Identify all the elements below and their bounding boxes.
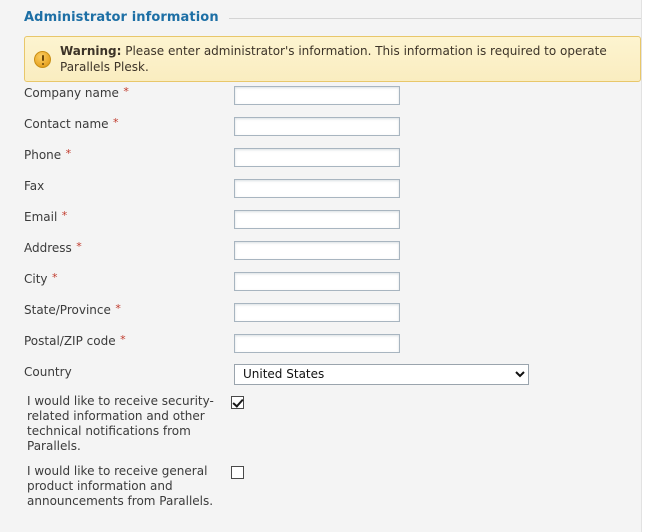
field-label-text: Phone [24,148,62,162]
label-security-notifications: I would like to receive security-related… [27,394,214,453]
form-row-contact-name: Contact name * [0,114,641,145]
city-input[interactable] [234,271,400,291]
field-cell-state-province [234,300,641,322]
company-name-input[interactable] [234,85,400,105]
warning-message: Warning: Please enter administrator's in… [60,43,630,75]
field-cell-phone [234,145,641,167]
field-label-text: Address [24,241,72,255]
security-notifications-checkbox[interactable] [231,396,244,409]
label-company-name: Company name * [0,83,234,101]
email-input[interactable] [234,209,400,229]
form-row-product-announcements: I would like to receive general product … [0,463,641,509]
required-asterisk: * [111,302,121,315]
field-label-text: Postal/ZIP code [24,334,116,348]
page-title: Administrator information [24,9,219,25]
field-label-text: Email [24,210,58,224]
form-row-security-notifications: I would like to receive security-related… [0,393,641,454]
warning-exclamation-icon [34,50,51,68]
form-row-state-province: State/Province * [0,300,641,331]
warning-banner: Warning: Please enter administrator's in… [24,36,641,82]
field-cell-city [234,269,641,291]
form-row-country: Country United States [0,362,641,393]
contact-name-input[interactable] [234,116,400,136]
product-announcements-checkbox[interactable] [231,466,244,479]
label-email: Email * [0,207,234,225]
label-state-province: State/Province * [0,300,234,318]
form-row-email: Email * [0,207,641,238]
label-phone: Phone * [0,145,234,163]
field-cell-company-name [234,83,641,105]
form-row-fax: Fax [0,176,641,207]
state-province-input[interactable] [234,302,400,322]
required-asterisk: * [116,333,126,346]
phone-input[interactable] [234,147,400,167]
field-label-text: State/Province [24,303,111,317]
required-asterisk: * [48,271,58,284]
panel-right-edge [641,0,654,532]
required-asterisk: * [109,116,119,129]
country-select[interactable]: United States [234,363,529,385]
required-asterisk: * [119,85,129,98]
admin-information-page: Administrator information Warning: Pleas… [0,0,654,532]
required-asterisk: * [62,147,72,160]
field-label-text: Fax [24,179,45,193]
label-product-announcements: I would like to receive general product … [27,464,214,508]
field-cell-security-notifications [231,393,641,413]
administrator-form: Company name * Contact name * Phone * Fax Em… [0,83,641,518]
field-label-text: City [24,272,48,286]
field-cell-address [234,238,641,260]
field-cell-product-announcements [231,463,641,483]
field-cell-postal-zip-code [234,331,641,353]
label-contact-name: Contact name * [0,114,234,132]
warning-body: Please enter administrator's information… [60,44,607,74]
field-cell-contact-name [234,114,641,136]
form-row-phone: Phone * [0,145,641,176]
field-cell-fax [234,176,641,198]
section-divider [228,18,641,19]
form-row-city: City * [0,269,641,300]
label-country: Country [0,362,234,380]
section-header: Administrator information [0,6,641,28]
fax-input[interactable] [234,178,400,198]
warning-label: Warning: [60,44,122,58]
field-label-text: Country [24,365,72,379]
label-city: City * [0,269,234,287]
form-row-company-name: Company name * [0,83,641,114]
required-asterisk: * [58,209,68,222]
required-asterisk: * [72,240,82,253]
label-postal-zip-code: Postal/ZIP code * [0,331,234,349]
field-label-text: Contact name [24,117,109,131]
field-label-text: Company name [24,86,119,100]
field-cell-email [234,207,641,229]
form-row-address: Address * [0,238,641,269]
label-fax: Fax [0,176,234,194]
field-cell-country: United States [234,362,641,385]
form-row-postal-zip-code: Postal/ZIP code * [0,331,641,362]
label-address: Address * [0,238,234,256]
postal-zip-code-input[interactable] [234,333,400,353]
address-input[interactable] [234,240,400,260]
